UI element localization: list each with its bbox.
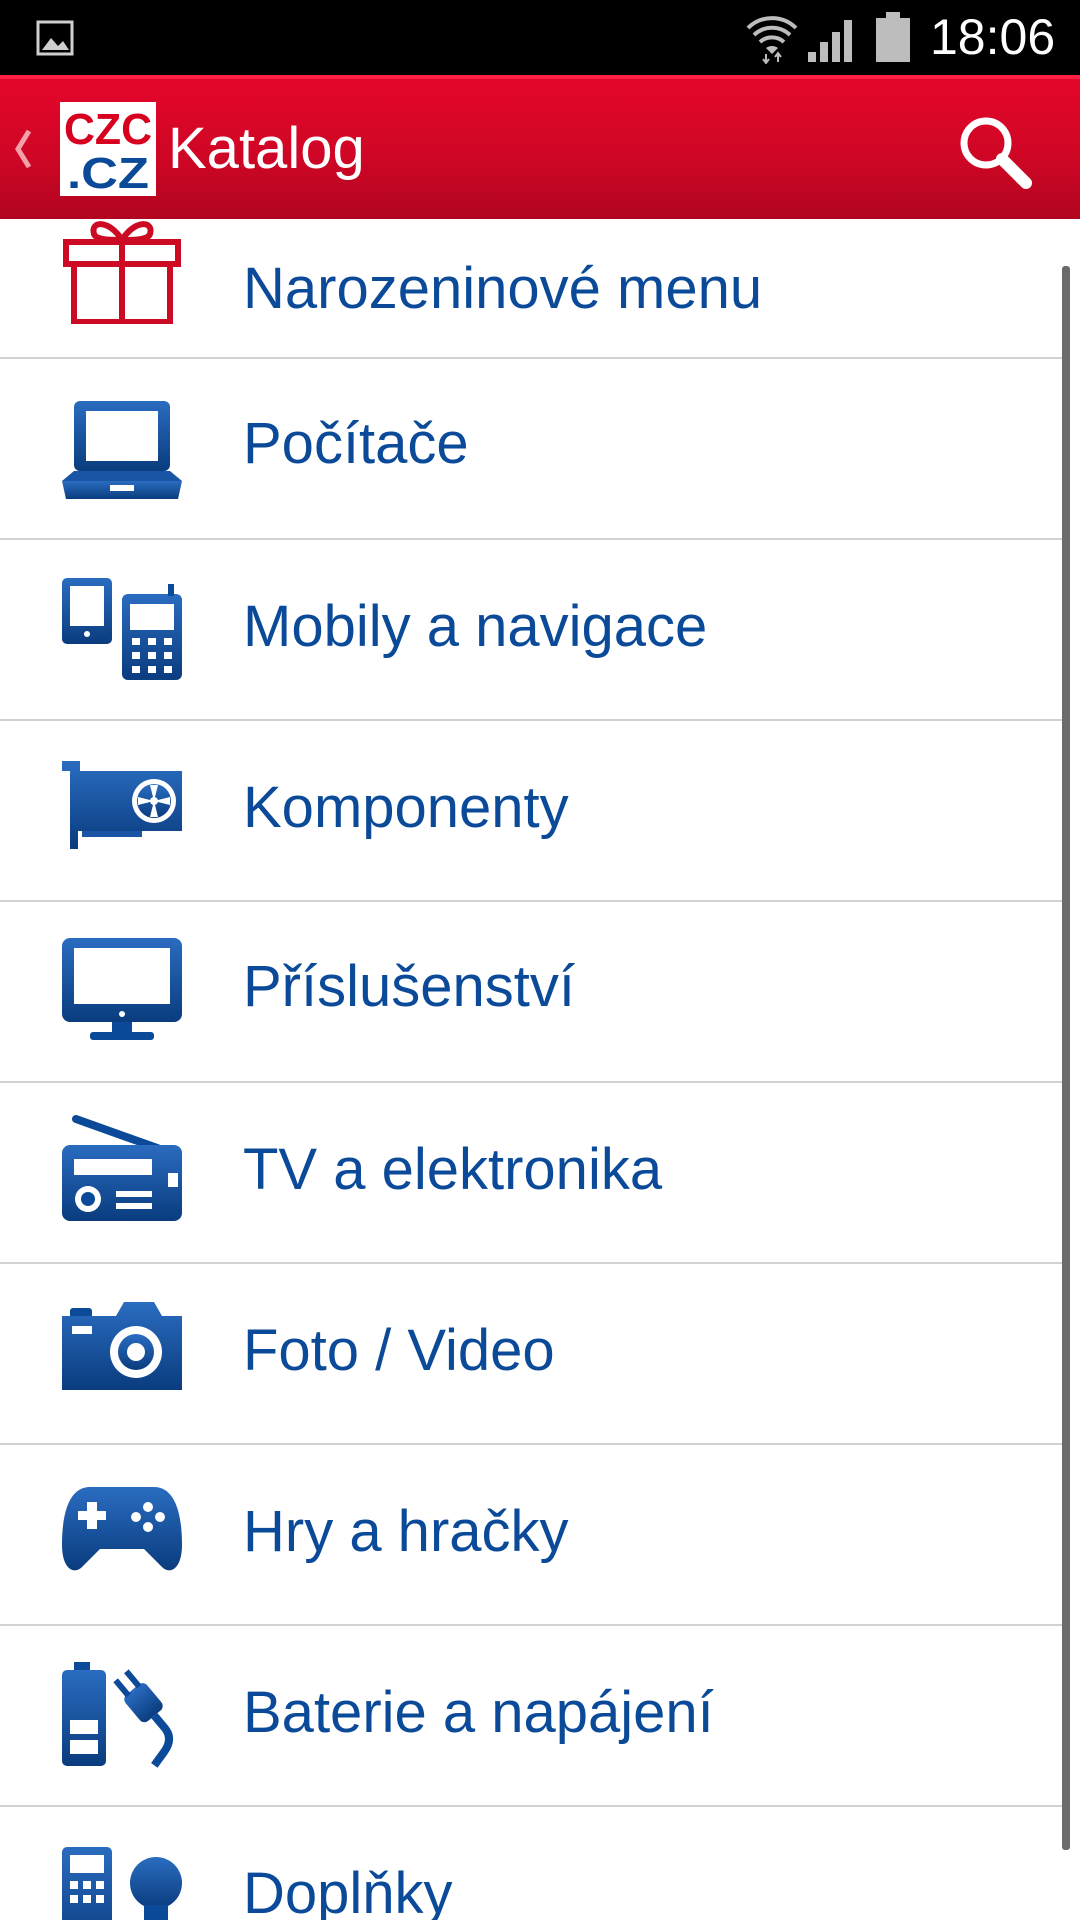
catalog-list[interactable]: Narozeninové menu Počítače Mobily a navi… xyxy=(0,219,1080,1920)
monitor-icon xyxy=(60,936,184,1044)
wifi-icon xyxy=(744,10,800,65)
catalog-item-label: Baterie a napájení xyxy=(243,1680,714,1745)
image-notification-icon xyxy=(36,20,74,56)
chevron-left-icon xyxy=(12,127,34,171)
calculator-bulb-icon xyxy=(60,1845,184,1920)
catalog-item-label: Příslušenství xyxy=(243,954,575,1019)
catalog-item-label: Mobily a navigace xyxy=(243,594,708,659)
battery-icon xyxy=(874,10,912,64)
radio-icon xyxy=(60,1115,184,1223)
search-icon xyxy=(960,117,1032,189)
status-bar: 18:06 xyxy=(0,0,1080,75)
scrollbar[interactable] xyxy=(1062,266,1070,1850)
catalog-item-foto-video[interactable]: Foto / Video xyxy=(0,1264,1064,1444)
catalog-item-pocitace[interactable]: Počítače xyxy=(0,359,1064,539)
camera-icon xyxy=(60,1300,184,1408)
catalog-item-doplnky[interactable]: Doplňky xyxy=(0,1807,1064,1920)
status-clock: 18:06 xyxy=(930,9,1056,65)
gamepad-icon xyxy=(60,1481,184,1589)
czc-logo: CZC .CZ xyxy=(60,102,156,196)
catalog-item-label: Hry a hračky xyxy=(243,1499,569,1564)
catalog-item-prislusenstvi[interactable]: Příslušenství xyxy=(0,902,1064,1082)
catalog-item-label: Doplňky xyxy=(243,1861,453,1920)
app-bar: CZC .CZ Katalog xyxy=(0,75,1080,219)
laptop-icon xyxy=(60,395,184,503)
catalog-item-hry-a-hracky[interactable]: Hry a hračky xyxy=(0,1445,1064,1625)
search-button[interactable] xyxy=(950,107,1040,197)
catalog-item-tv-a-elektronika[interactable]: TV a elektronika xyxy=(0,1083,1064,1263)
catalog-item-label: Komponenty xyxy=(243,775,569,840)
catalog-item-label: TV a elektronika xyxy=(243,1137,663,1202)
catalog-item-baterie-a-napajeni[interactable]: Baterie a napájení xyxy=(0,1626,1064,1806)
battery-plug-icon xyxy=(60,1660,184,1768)
svg-text:.CZ: .CZ xyxy=(67,149,149,196)
mobile-phones-icon xyxy=(60,574,184,682)
catalog-item-label: Počítače xyxy=(243,411,469,476)
gift-icon xyxy=(60,219,184,324)
catalog-item-mobily-a-navigace[interactable]: Mobily a navigace xyxy=(0,540,1064,720)
catalog-item-narozeninove-menu[interactable]: Narozeninové menu xyxy=(0,219,1064,362)
catalog-item-komponenty[interactable]: Komponenty xyxy=(0,721,1064,901)
signal-icon xyxy=(806,14,860,62)
catalog-item-label: Foto / Video xyxy=(243,1318,555,1383)
svg-text:CZC: CZC xyxy=(64,105,152,154)
page-title: Katalog xyxy=(168,116,365,181)
graphics-card-icon xyxy=(60,757,184,865)
catalog-item-label: Narozeninové menu xyxy=(243,256,763,321)
